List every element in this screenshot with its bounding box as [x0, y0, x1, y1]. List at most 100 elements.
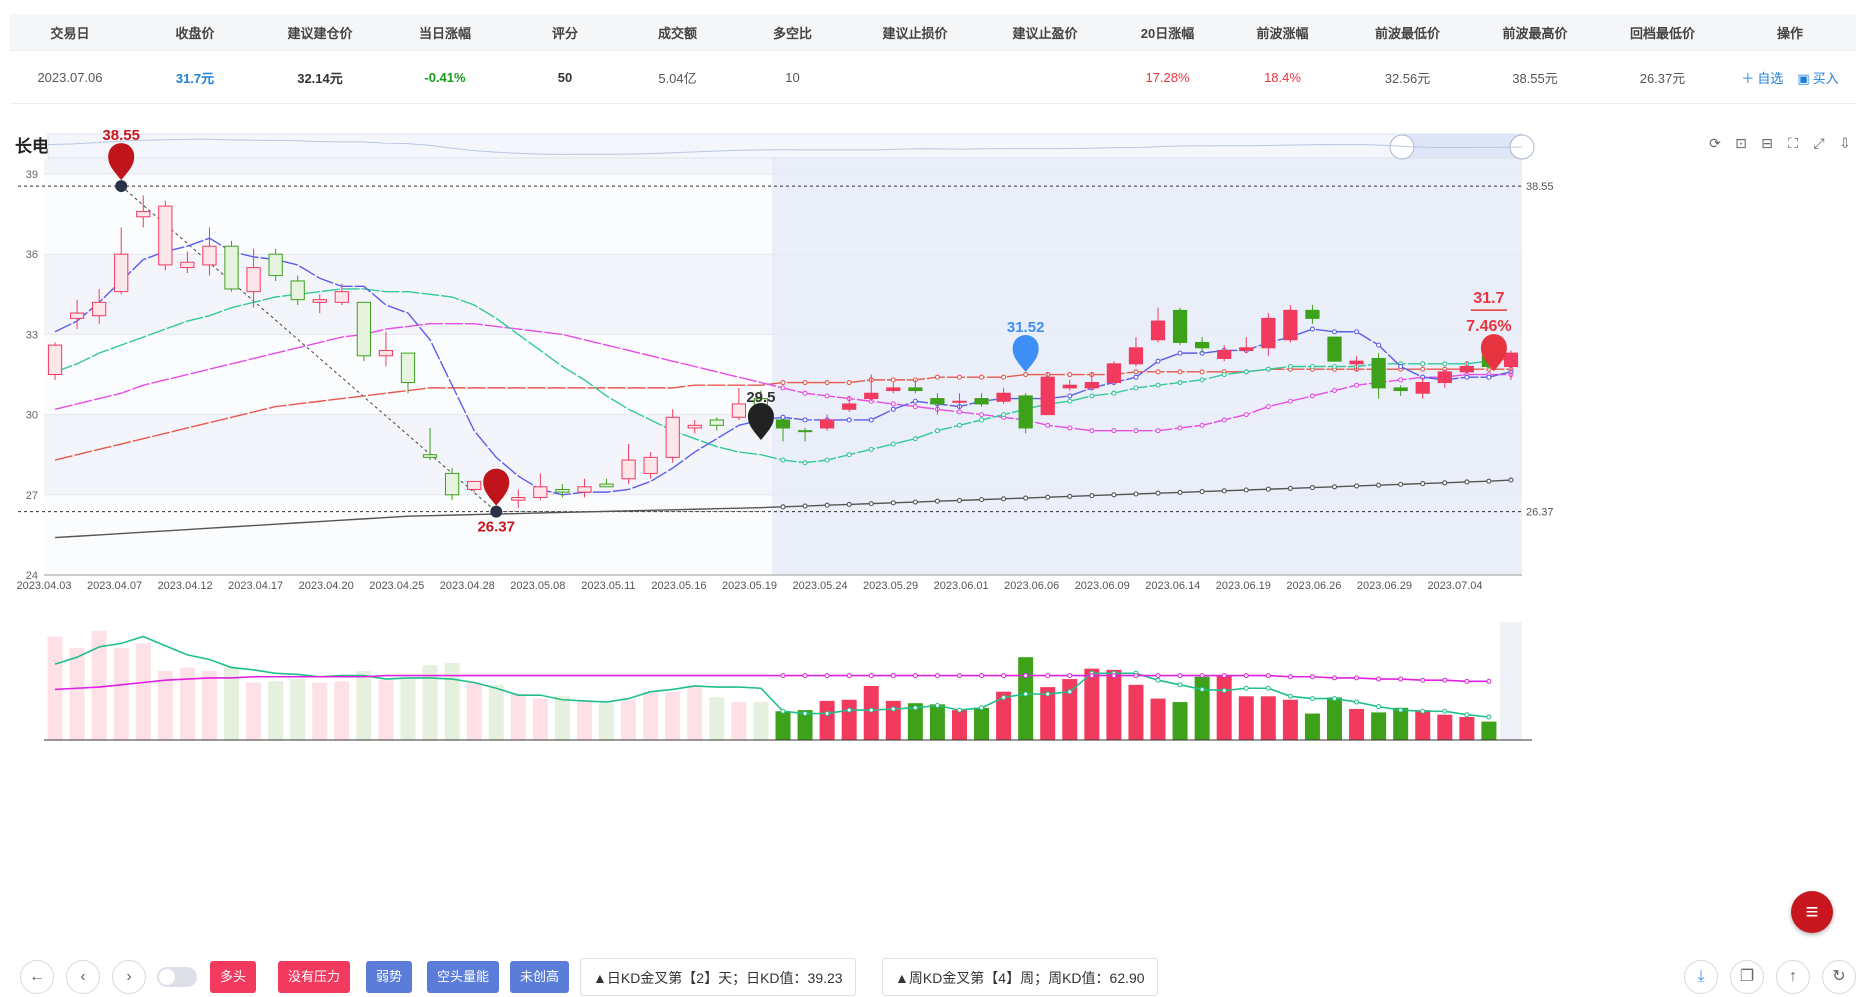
candle-body	[202, 245, 217, 266]
volume-ma-b-line-point	[1221, 673, 1227, 679]
volume-bar	[1282, 699, 1298, 740]
candle-body	[974, 398, 989, 405]
ma18-point	[868, 446, 874, 452]
ma18-point	[1331, 363, 1338, 370]
volume-bar	[753, 702, 769, 740]
ma18-point	[1133, 385, 1139, 391]
tag-weak: 弱势	[366, 961, 413, 993]
candle-body	[92, 301, 107, 317]
volume-ma-b-line-point	[1331, 675, 1337, 681]
kline-chart[interactable]: 24273033363938.5526.3738.5526.3729.531.5…	[0, 0, 1866, 996]
volume-ma-b-line-point	[1265, 673, 1271, 679]
volume-bar	[1172, 702, 1188, 740]
volume-ma-b-line-point	[1089, 673, 1095, 679]
ma31-point	[1354, 382, 1360, 388]
volume-ma-b-line-point	[934, 673, 940, 679]
volume-ma-b-line-point	[1023, 673, 1029, 679]
candle-body	[400, 352, 416, 384]
candle-body	[334, 291, 349, 303]
volume-bar	[775, 711, 791, 740]
volume-ma-b-line-point	[1287, 674, 1293, 680]
ma250-point	[802, 503, 808, 509]
download-icon[interactable]: ⤓	[1684, 960, 1718, 994]
candle-body	[731, 403, 746, 418]
volume-ma-b-line-point	[1133, 673, 1139, 679]
copy-icon[interactable]: ❐	[1730, 960, 1764, 994]
candle-body	[555, 488, 570, 493]
prev-icon[interactable]: ‹	[66, 960, 100, 994]
volume-ma-a-line-point	[1464, 712, 1470, 718]
volume-bar	[687, 685, 703, 740]
x-tick-label: 2023.06.14	[1145, 580, 1200, 592]
volume-bar	[1194, 676, 1210, 740]
ma18-point	[956, 422, 963, 428]
ma5-point	[1331, 329, 1338, 335]
ma31-point	[824, 393, 830, 399]
arrow-up-icon[interactable]: ↑	[1776, 960, 1810, 994]
candle-body	[1106, 363, 1122, 384]
menu-icon[interactable]: ≡	[1791, 891, 1833, 933]
volume-ma-a-line-point	[912, 705, 918, 711]
volume-bar	[1084, 668, 1100, 740]
ma31-point	[1111, 428, 1117, 434]
ma250-point	[1508, 477, 1514, 483]
volume-ma-a-line-point	[1287, 693, 1293, 699]
back-icon[interactable]: ←	[20, 960, 54, 994]
candle-body	[1349, 360, 1364, 365]
ma250-point	[1442, 480, 1448, 486]
volume-ma-a-line-point	[802, 711, 808, 717]
ma31-point	[912, 404, 918, 410]
ma18-point	[1442, 361, 1448, 367]
next-icon[interactable]: ›	[112, 960, 146, 994]
candle-body	[69, 312, 85, 319]
volume-bar	[510, 694, 526, 740]
volume-bar	[334, 681, 350, 740]
candle-body	[1217, 349, 1232, 359]
ma250-point	[1221, 488, 1227, 494]
volume-bar	[974, 707, 990, 740]
ma5-point	[780, 414, 786, 420]
tag-bear-volume: 空头量能	[427, 961, 500, 993]
ma5-point	[1398, 363, 1404, 370]
candle-body	[511, 496, 526, 501]
candle-body	[864, 392, 879, 400]
candle-body	[797, 430, 813, 433]
candle-body	[1084, 382, 1099, 389]
candle-body	[114, 253, 129, 293]
ma31-point	[1243, 412, 1249, 418]
volume-bar	[488, 684, 504, 740]
candle-body	[136, 210, 151, 218]
candle-body	[687, 424, 702, 429]
volume-bar	[863, 685, 879, 740]
weekly-kd-info: ▲周KD金叉第【4】周；周KD值：62.90	[882, 958, 1158, 996]
volume-ma-a-line-point	[1376, 704, 1382, 710]
candle-body	[422, 454, 438, 458]
ma250-point	[1486, 478, 1492, 484]
volume-ma-b-line-point	[1442, 677, 1448, 683]
candle-body	[246, 267, 261, 293]
x-tick-label: 2023.05.29	[863, 580, 918, 592]
ma31-point	[1199, 422, 1205, 428]
ma18-point	[1111, 390, 1117, 396]
ma18-point	[1221, 371, 1227, 378]
candle-body	[1415, 382, 1430, 394]
volume-bar	[1260, 696, 1276, 740]
x-tick-label: 2023.04.17	[228, 580, 283, 592]
toggle-switch[interactable]	[157, 967, 197, 987]
ma250-point	[1133, 491, 1139, 497]
refresh-icon[interactable]: ↻	[1822, 960, 1856, 994]
ma5-point	[1155, 358, 1161, 364]
volume-ma-a-line-point	[1045, 691, 1051, 697]
ma5-point	[802, 417, 808, 423]
volume-ma-a-line-point	[1309, 696, 1315, 702]
candle-body	[356, 301, 371, 357]
volume-bar	[621, 699, 637, 740]
ma18-point	[1067, 398, 1073, 404]
volume-ma-a-line-point	[1067, 689, 1073, 695]
ma250-point	[1001, 496, 1007, 502]
volume-ma-b-line-point	[1309, 674, 1315, 680]
x-tick-label: 2023.07.04	[1427, 580, 1482, 592]
ma31-point	[1177, 425, 1183, 431]
candle-body	[1261, 317, 1276, 349]
volume-bar	[290, 679, 306, 740]
